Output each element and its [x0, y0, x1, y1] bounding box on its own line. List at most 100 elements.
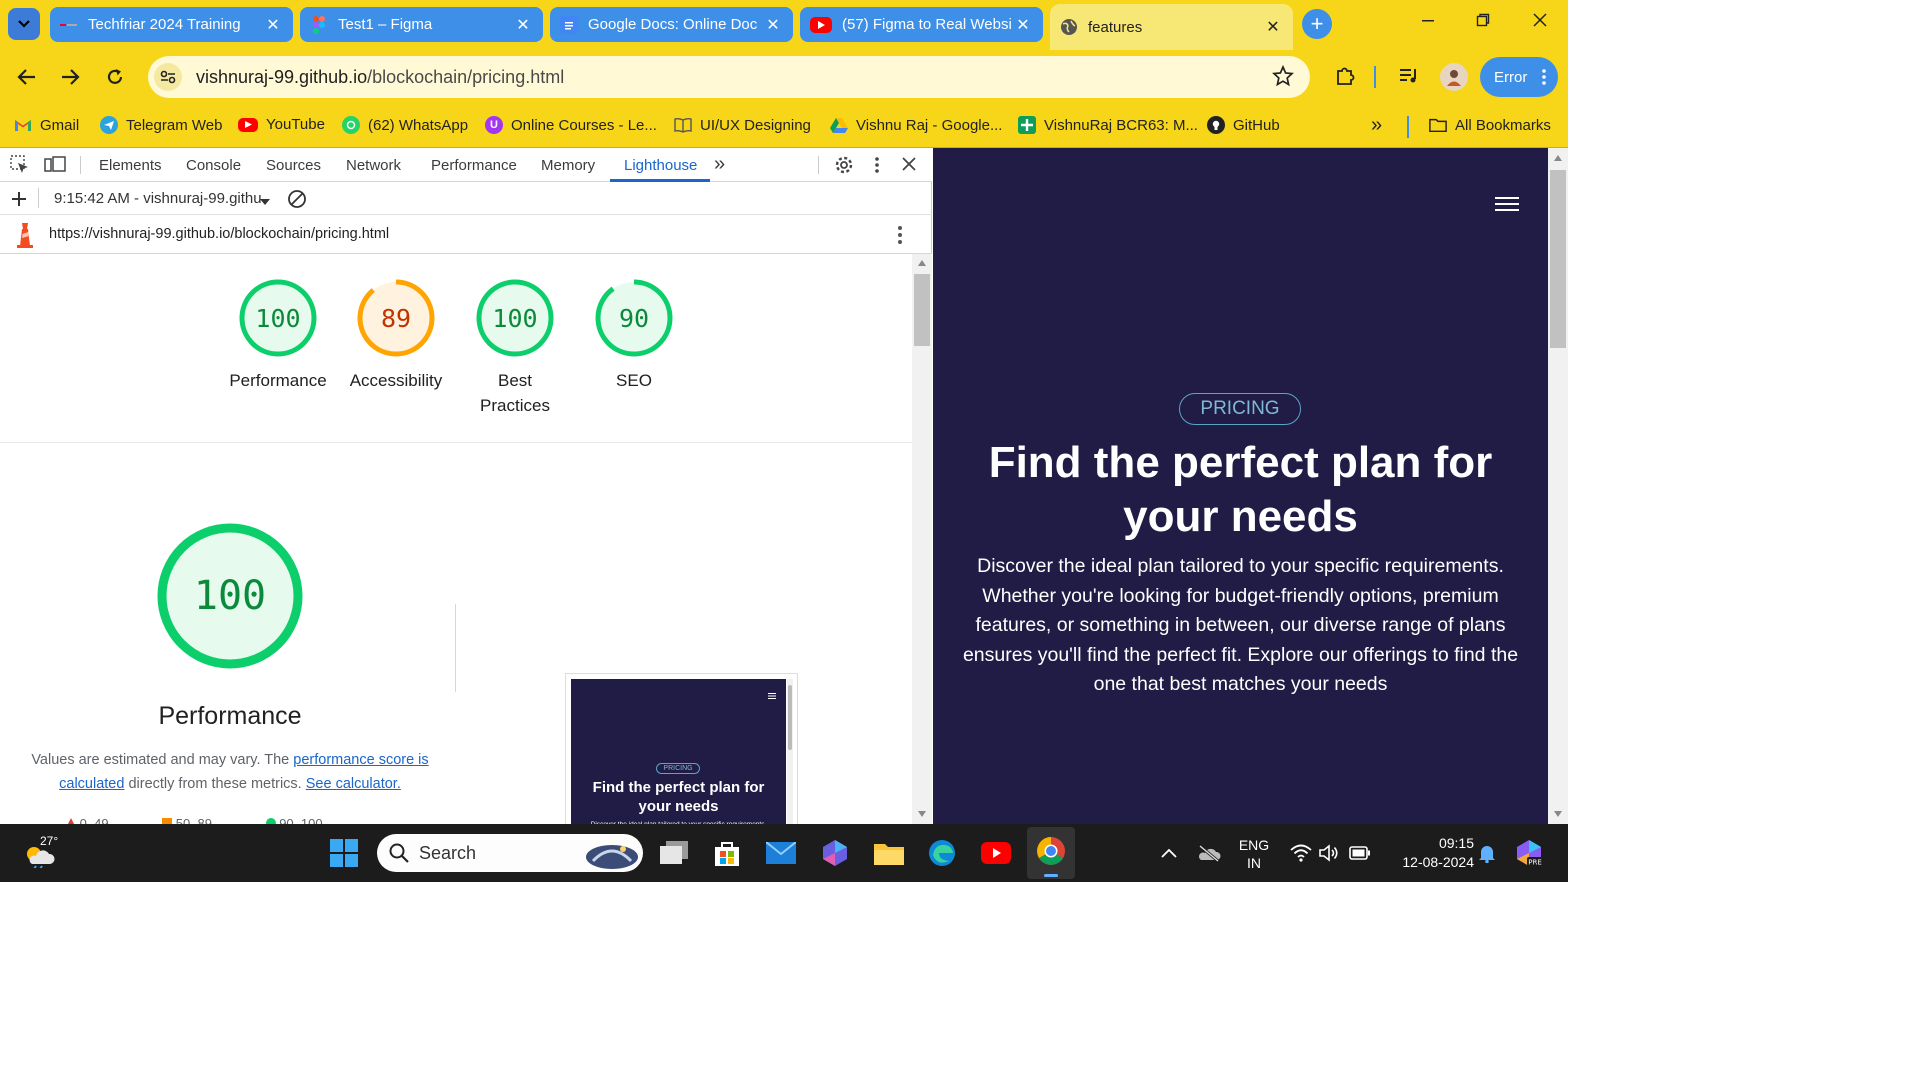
- new-report-plus-icon[interactable]: [10, 190, 28, 213]
- devtools-kebab-icon[interactable]: [874, 156, 880, 179]
- forward-arrow-icon[interactable]: [57, 64, 83, 90]
- file-explorer-icon[interactable]: [872, 836, 906, 870]
- copilot-pre-icon[interactable]: PRE: [1512, 836, 1546, 870]
- taskbar-search[interactable]: Search: [377, 834, 643, 872]
- chrome-active-taskbar-slot[interactable]: [1027, 827, 1075, 879]
- scrollbar-thumb[interactable]: [1550, 170, 1566, 348]
- microsoft-store-icon[interactable]: [710, 836, 744, 870]
- bookmark-sheets[interactable]: VishnuRaj BCR63: M...: [1018, 116, 1198, 134]
- devtools-tab-sources[interactable]: Sources: [266, 157, 321, 174]
- notification-bell-icon[interactable]: [1470, 836, 1504, 870]
- devtools-tab-elements[interactable]: Elements: [99, 157, 162, 174]
- minimize-icon[interactable]: [1413, 10, 1443, 33]
- windows-taskbar: 27° Search ENG IN 09:15 12-08-2024 PRE: [0, 824, 1568, 882]
- language-indicator[interactable]: ENG IN: [1236, 836, 1272, 872]
- device-toolbar-icon[interactable]: [44, 155, 66, 180]
- tab-features-active[interactable]: features ✕: [1050, 4, 1293, 50]
- bookmark-gmail[interactable]: Gmail: [14, 116, 79, 134]
- tab-figma[interactable]: Test1 – Figma ✕: [300, 7, 543, 42]
- tab-youtube[interactable]: (57) Figma to Real Websi ✕: [800, 7, 1043, 42]
- bookmark-label: Gmail: [40, 116, 80, 134]
- settings-gear-icon[interactable]: [834, 155, 854, 180]
- best-practices-score-gauge[interactable]: 100: [475, 278, 555, 358]
- scroll-up-icon[interactable]: [1553, 154, 1563, 162]
- hamburger-menu-icon[interactable]: [1495, 196, 1519, 217]
- close-tab-icon[interactable]: ✕: [513, 15, 533, 35]
- close-window-icon[interactable]: [1525, 10, 1555, 33]
- devtools-scrollbar[interactable]: [912, 254, 932, 824]
- extensions-puzzle-icon[interactable]: [1332, 63, 1358, 89]
- github-icon: [1207, 116, 1225, 134]
- google-docs-icon: [560, 15, 578, 34]
- close-tab-icon[interactable]: ✕: [1013, 15, 1033, 35]
- onedrive-offline-icon[interactable]: [1192, 836, 1226, 870]
- profile-error-button[interactable]: Error: [1480, 57, 1558, 97]
- system-clock[interactable]: 09:15 12-08-2024: [1380, 834, 1474, 872]
- page-scrollbar[interactable]: [1548, 148, 1568, 824]
- inspect-element-icon[interactable]: [10, 155, 30, 180]
- restore-icon[interactable]: [1468, 10, 1498, 33]
- close-tab-icon[interactable]: ✕: [263, 15, 283, 35]
- accessibility-score-gauge[interactable]: 89: [356, 278, 436, 358]
- scroll-down-icon[interactable]: [917, 810, 927, 818]
- scroll-down-icon[interactable]: [1553, 810, 1563, 818]
- scroll-up-icon[interactable]: [917, 259, 927, 267]
- back-arrow-icon[interactable]: [14, 64, 40, 90]
- copilot-icon[interactable]: [818, 836, 852, 870]
- close-devtools-icon[interactable]: [902, 157, 916, 176]
- new-tab-button[interactable]: +: [1302, 9, 1332, 39]
- devtools-tab-memory[interactable]: Memory: [541, 157, 595, 174]
- volume-icon[interactable]: [1312, 836, 1346, 870]
- book-icon: [674, 116, 692, 134]
- see-calculator-link[interactable]: See calculator.: [306, 776, 401, 792]
- battery-icon[interactable]: [1343, 836, 1377, 870]
- scrollbar-thumb[interactable]: [914, 274, 930, 346]
- performance-score-gauge[interactable]: 100: [238, 278, 318, 358]
- close-tab-icon[interactable]: ✕: [1263, 17, 1283, 37]
- bookmark-github[interactable]: GitHub: [1207, 116, 1280, 134]
- tab-search-button[interactable]: [8, 8, 40, 40]
- youtube-app-icon[interactable]: [979, 836, 1013, 870]
- show-hidden-icons-chevron-icon[interactable]: [1152, 836, 1186, 870]
- bookmark-uiux[interactable]: UI/UX Designing: [674, 116, 811, 134]
- report-menu-kebab-icon[interactable]: [897, 225, 903, 250]
- url-text[interactable]: vishnuraj-99.github.io/blockochain/prici…: [196, 67, 564, 88]
- all-bookmarks-folder[interactable]: All Bookmarks: [1429, 116, 1551, 134]
- seo-score-gauge[interactable]: 90: [594, 278, 674, 358]
- task-view-icon[interactable]: [657, 836, 691, 870]
- report-url[interactable]: https://vishnuraj-99.github.io/blockocha…: [49, 226, 389, 242]
- dropdown-caret-icon[interactable]: [259, 194, 271, 212]
- address-bar[interactable]: vishnuraj-99.github.io/blockochain/prici…: [148, 56, 1310, 98]
- svg-text:PRE: PRE: [1528, 859, 1542, 867]
- mail-icon[interactable]: [764, 836, 798, 870]
- devtools-tab-lighthouse[interactable]: Lighthouse: [624, 157, 697, 174]
- bookmark-online-courses[interactable]: U Online Courses - Le...: [485, 116, 657, 134]
- browser-toolbar: vishnuraj-99.github.io/blockochain/prici…: [0, 50, 1568, 104]
- profile-avatar[interactable]: [1440, 63, 1468, 91]
- lighthouse-report: 100 Performance 89 Accessibility 100 Best Pra…: [0, 254, 912, 824]
- thumbnail-scrollbar: [787, 679, 793, 824]
- page-screenshot-thumbnail[interactable]: PRICING Find the perfect plan for your n…: [565, 673, 798, 824]
- edge-browser-icon[interactable]: [925, 836, 959, 870]
- close-tab-icon[interactable]: ✕: [763, 15, 783, 35]
- toolbar-divider: [1374, 66, 1376, 88]
- windows-start-icon[interactable]: [327, 836, 361, 870]
- bookmark-whatsapp[interactable]: (62) WhatsApp: [342, 116, 468, 134]
- bookmark-star-icon[interactable]: [1272, 64, 1294, 92]
- devtools-tab-network[interactable]: Network: [346, 157, 401, 174]
- bookmark-google-drive[interactable]: Vishnu Raj - Google...: [830, 116, 1002, 134]
- tab-techfriar[interactable]: Techfriar 2024 Training ✕: [50, 7, 293, 42]
- report-select[interactable]: 9:15:42 AM - vishnuraj-99.githu: [54, 190, 276, 207]
- tab-google-docs[interactable]: Google Docs: Online Doc ✕: [550, 7, 793, 42]
- more-tabs-button[interactable]: »: [714, 153, 725, 176]
- bookmarks-overflow-button[interactable]: »: [1371, 114, 1382, 137]
- clear-reports-icon[interactable]: [287, 189, 307, 214]
- weather-widget[interactable]: 27°: [22, 834, 58, 873]
- devtools-tab-console[interactable]: Console: [186, 157, 241, 174]
- bookmark-youtube[interactable]: YouTube: [238, 116, 325, 133]
- media-controls-icon[interactable]: [1396, 63, 1422, 89]
- site-settings-icon[interactable]: [154, 63, 182, 91]
- devtools-tab-performance[interactable]: Performance: [431, 157, 517, 174]
- reload-icon[interactable]: [102, 64, 128, 90]
- bookmark-telegram[interactable]: Telegram Web: [100, 116, 222, 134]
